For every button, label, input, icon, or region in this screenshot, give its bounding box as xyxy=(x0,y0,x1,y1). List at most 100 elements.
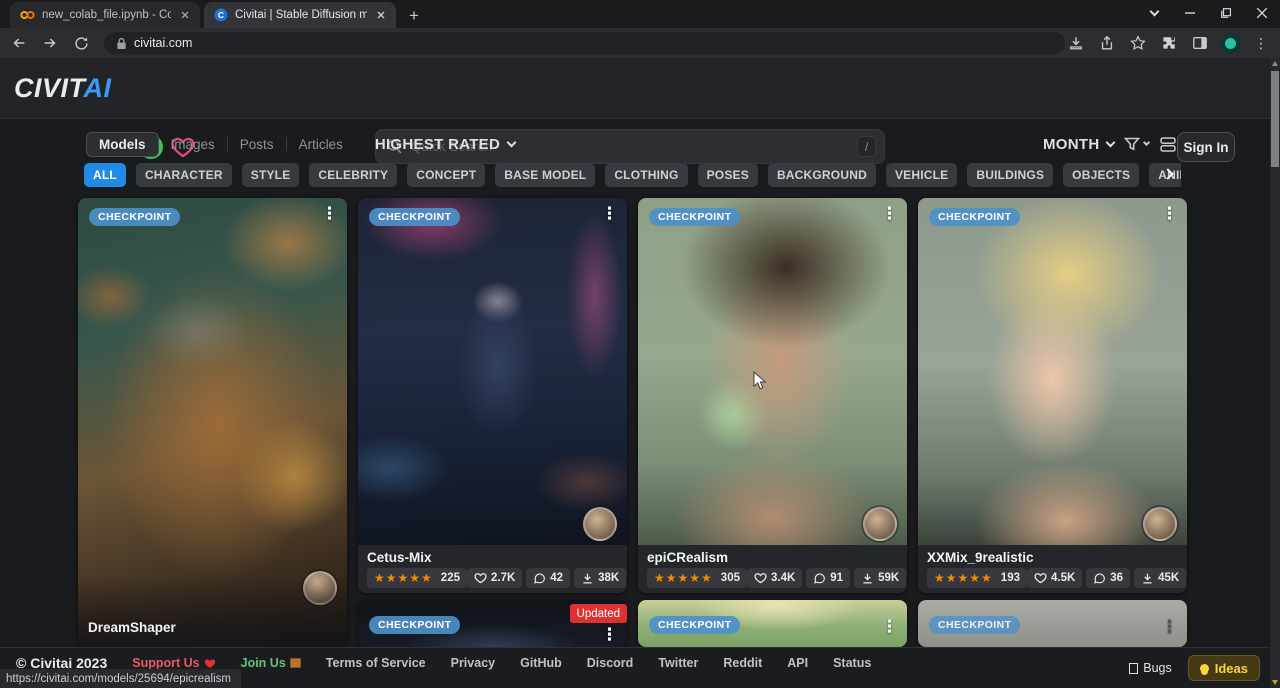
tab-close-icon[interactable] xyxy=(374,8,388,22)
rating-pill: ★★★★★225 xyxy=(367,568,467,588)
privacy-link[interactable]: Privacy xyxy=(451,656,495,670)
tab-models[interactable]: Models xyxy=(86,132,159,157)
model-card-partial[interactable]: CHECKPOINT ⋮ xyxy=(918,600,1187,647)
lock-icon xyxy=(116,37,127,50)
reload-icon[interactable] xyxy=(69,30,94,56)
avatar-glyph xyxy=(1225,38,1236,49)
twitter-link[interactable]: Twitter xyxy=(658,656,698,670)
category-pill-character[interactable]: CHARACTER xyxy=(136,163,232,187)
lightbulb-icon xyxy=(1200,664,1209,673)
bugs-link[interactable]: Bugs xyxy=(1129,661,1172,675)
forward-icon[interactable] xyxy=(37,30,62,56)
downloads-pill: 38K xyxy=(574,568,626,588)
new-tab-button[interactable]: + xyxy=(402,4,426,28)
model-card-dreamshaper[interactable]: CHECKPOINT ⋮ DreamShaper xyxy=(78,198,347,647)
creator-avatar[interactable] xyxy=(863,507,897,541)
maximize-button[interactable] xyxy=(1208,0,1244,26)
side-panel-icon[interactable] xyxy=(1189,32,1211,54)
chevron-down-icon xyxy=(507,137,517,147)
creator-avatar[interactable] xyxy=(1143,507,1177,541)
likes-count: 2.7K xyxy=(491,572,515,584)
tab-close-icon[interactable] xyxy=(178,8,192,22)
download-icon xyxy=(1141,572,1154,585)
card-menu-icon[interactable]: ⋮ xyxy=(1161,205,1178,222)
category-pill-style[interactable]: STYLE xyxy=(242,163,300,187)
category-pill-base-model[interactable]: BASE MODEL xyxy=(495,163,595,187)
back-icon[interactable] xyxy=(6,30,31,56)
model-card-partial[interactable]: Updated CHECKPOINT ⋮ xyxy=(358,600,627,647)
discord-link[interactable]: Discord xyxy=(587,656,634,670)
creator-avatar[interactable] xyxy=(583,507,617,541)
category-pill-poses[interactable]: POSES xyxy=(698,163,758,187)
category-pill-all[interactable]: ALL xyxy=(84,163,126,187)
model-card-xxmix9realistic[interactable]: CHECKPOINT ⋮ XXMix_9realistic ★★★★★193 4… xyxy=(918,198,1187,593)
likes-pill: 4.5K xyxy=(1027,568,1082,588)
page-scrollbar[interactable] xyxy=(1270,58,1280,688)
pills-scroll-right-icon[interactable] xyxy=(1164,165,1172,183)
status-link[interactable]: Status xyxy=(833,656,871,670)
category-pill-celebrity[interactable]: CELEBRITY xyxy=(309,163,397,187)
category-pill-background[interactable]: BACKGROUND xyxy=(768,163,876,187)
filter-dropdown[interactable] xyxy=(1124,137,1149,152)
browser-tab-civitai[interactable]: C Civitai | Stable Diffusion models, xyxy=(204,2,396,28)
category-pill-vehicle[interactable]: VEHICLE xyxy=(886,163,957,187)
category-pill-clothing[interactable]: CLOTHING xyxy=(605,163,687,187)
card-menu-icon[interactable]: ⋮ xyxy=(881,205,898,222)
support-us-link[interactable]: Support Us xyxy=(132,656,215,670)
toolbar-right: ⋮ xyxy=(1065,32,1280,54)
api-link[interactable]: API xyxy=(787,656,808,670)
card-menu-icon[interactable]: ⋮ xyxy=(601,626,618,643)
tab-search-chevron-icon[interactable] xyxy=(1136,0,1172,26)
bookmark-star-icon[interactable] xyxy=(1127,32,1149,54)
minimize-button[interactable] xyxy=(1172,0,1208,26)
likes-count: 4.5K xyxy=(1051,572,1075,584)
model-card-partial[interactable]: CHECKPOINT ⋮ xyxy=(638,600,907,647)
category-pill-objects[interactable]: OBJECTS xyxy=(1063,163,1139,187)
download-icon[interactable] xyxy=(1065,32,1087,54)
terms-link[interactable]: Terms of Service xyxy=(326,656,426,670)
downloads-pill: 59K xyxy=(854,568,906,588)
comment-icon xyxy=(1093,572,1106,585)
github-link[interactable]: GitHub xyxy=(520,656,562,670)
join-us-link[interactable]: Join Us xyxy=(241,656,301,670)
scroll-down-arrow-icon[interactable] xyxy=(1272,680,1278,685)
rating-pill: ★★★★★305 xyxy=(647,568,747,588)
heart-icon xyxy=(1034,572,1047,584)
share-icon[interactable] xyxy=(1096,32,1118,54)
browser-menu-icon[interactable]: ⋮ xyxy=(1250,32,1272,54)
heart-icon xyxy=(474,572,487,584)
card-menu-icon[interactable]: ⋮ xyxy=(321,205,338,222)
category-pill-concept[interactable]: CONCEPT xyxy=(407,163,485,187)
tab-articles[interactable]: Articles xyxy=(287,132,355,157)
scrollbar-thumb[interactable] xyxy=(1271,71,1279,167)
model-card-cetus-mix[interactable]: CHECKPOINT ⋮ Cetus-Mix ★★★★★225 2.7K 42 … xyxy=(358,198,627,593)
bug-icon xyxy=(1129,663,1138,674)
extensions-puzzle-icon[interactable] xyxy=(1158,32,1180,54)
profile-avatar[interactable] xyxy=(1220,33,1241,54)
card-layout-toggle-icon[interactable] xyxy=(1159,136,1177,153)
card-menu-icon[interactable]: ⋮ xyxy=(881,618,898,635)
star-rating-icons: ★★★★★ xyxy=(374,571,433,585)
ideas-button[interactable]: Ideas xyxy=(1188,655,1260,681)
close-button[interactable] xyxy=(1244,0,1280,26)
likes-count: 3.4K xyxy=(771,572,795,584)
tab-images[interactable]: Images xyxy=(159,132,227,157)
reddit-link[interactable]: Reddit xyxy=(723,656,762,670)
address-bar[interactable]: civitai.com xyxy=(104,32,1065,54)
scroll-up-arrow-icon[interactable] xyxy=(1272,61,1278,66)
period-dropdown[interactable]: MONTH xyxy=(1043,136,1114,153)
url-text: civitai.com xyxy=(134,36,192,50)
model-card-epicrealism[interactable]: CHECKPOINT ⋮ epiCRealism ★★★★★305 3.4K 9… xyxy=(638,198,907,593)
filter-funnel-icon xyxy=(1124,137,1140,152)
tab-posts[interactable]: Posts xyxy=(228,132,286,157)
sign-in-button[interactable]: Sign In xyxy=(1177,132,1235,162)
downloads-count: 45K xyxy=(1158,572,1179,584)
card-menu-icon[interactable]: ⋮ xyxy=(1161,618,1178,635)
browser-tab-colab[interactable]: new_colab_file.ipynb - Colaborat xyxy=(10,2,200,28)
card-menu-icon[interactable]: ⋮ xyxy=(601,205,618,222)
civitai-logo[interactable]: CIVITAI xyxy=(14,73,112,104)
sort-dropdown[interactable]: HIGHEST RATED xyxy=(375,136,515,153)
browser-toolbar: civitai.com ⋮ xyxy=(0,28,1280,58)
rating-pill: ★★★★★193 xyxy=(927,568,1027,588)
category-pill-buildings[interactable]: BUILDINGS xyxy=(967,163,1053,187)
